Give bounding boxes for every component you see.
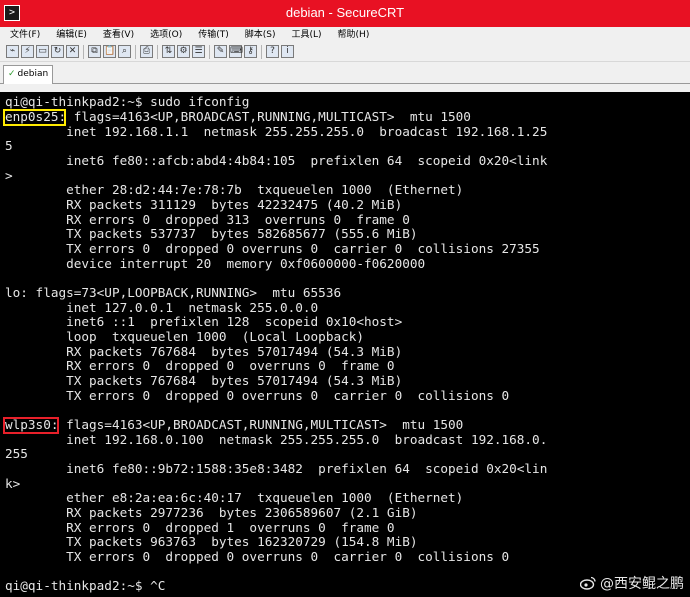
terminal-line: RX errors 0 dropped 0 overruns 0 frame 0 bbox=[5, 358, 395, 373]
toolbar-separator bbox=[261, 45, 262, 59]
sftp-icon[interactable]: ⇅ bbox=[162, 45, 175, 58]
terminal-line: RX errors 0 dropped 313 overruns 0 frame… bbox=[5, 212, 410, 227]
terminal-line: > bbox=[5, 168, 13, 183]
tab-bar: ✓ debian bbox=[0, 62, 690, 84]
terminal-line: TX packets 537737 bytes 582685677 (555.6… bbox=[5, 226, 418, 241]
about-icon[interactable]: i bbox=[281, 45, 294, 58]
key-icon[interactable]: ⚷ bbox=[244, 45, 257, 58]
terminal-line: inet 127.0.0.1 netmask 255.0.0.0 bbox=[5, 300, 319, 315]
toolbar-separator bbox=[83, 45, 84, 59]
terminal-line: wlp3s0: flags=4163<UP,BROADCAST,RUNNING,… bbox=[5, 417, 464, 432]
terminal-line: device interrupt 20 memory 0xf0600000-f0… bbox=[5, 256, 426, 271]
terminal-output[interactable]: qi@qi-thinkpad2:~$ sudo ifconfig enp0s25… bbox=[0, 92, 690, 597]
terminal-line: k> bbox=[5, 476, 21, 491]
terminal-line: RX packets 767684 bytes 57017494 (54.3 M… bbox=[5, 344, 403, 359]
terminal-line: qi@qi-thinkpad2:~$ ^C bbox=[5, 578, 166, 593]
copy-icon[interactable]: ⧉ bbox=[88, 45, 101, 58]
terminal-line: RX packets 2977236 bytes 2306589607 (2.1… bbox=[5, 505, 418, 520]
terminal-line: loop txqueuelen 1000 (Local Loopback) bbox=[5, 329, 365, 344]
toolbar-separator bbox=[157, 45, 158, 59]
disconnect-icon[interactable]: ✕ bbox=[66, 45, 79, 58]
terminal-line: qi@qi-thinkpad2:~$ sudo ifconfig bbox=[5, 94, 250, 109]
terminal-line: RX packets 311129 bytes 42232475 (40.2 M… bbox=[5, 197, 403, 212]
terminal-line: TX errors 0 dropped 0 overruns 0 carrier… bbox=[5, 549, 510, 564]
watermark-text: @西安鲲之鹏 bbox=[600, 576, 684, 592]
terminal-line: TX errors 0 dropped 0 overruns 0 carrier… bbox=[5, 241, 540, 256]
terminal-line: 255 bbox=[5, 446, 28, 461]
terminal-line: 5 bbox=[5, 138, 13, 153]
menu-view[interactable]: 查看(V) bbox=[93, 27, 140, 43]
weibo-logo-icon bbox=[580, 576, 596, 590]
menu-bar: 文件(F) 编辑(E) 查看(V) 选项(O) 传输(T) 脚本(S) 工具(L… bbox=[0, 27, 690, 43]
interface-highlight-wlp3s0 bbox=[3, 417, 59, 434]
find-icon[interactable]: ⌕ bbox=[118, 45, 131, 58]
connected-check-icon: ✓ bbox=[8, 69, 16, 79]
terminal-line: lo: flags=73<UP,LOOPBACK,RUNNING> mtu 65… bbox=[5, 285, 342, 300]
interface-highlight-enp0s25 bbox=[3, 109, 66, 126]
menu-help[interactable]: 帮助(H) bbox=[328, 27, 376, 43]
menu-options[interactable]: 选项(O) bbox=[140, 27, 188, 43]
terminal-line: inet6 fe80::afcb:abd4:4b84:105 prefixlen… bbox=[5, 153, 548, 168]
menu-tools[interactable]: 工具(L) bbox=[282, 27, 328, 43]
terminal-line: RX errors 0 dropped 1 overruns 0 frame 0 bbox=[5, 520, 395, 535]
terminal-line: TX packets 963763 bytes 162320729 (154.8… bbox=[5, 534, 418, 549]
tab-label: debian bbox=[17, 69, 49, 79]
terminal-line: enp0s25: flags=4163<UP,BROADCAST,RUNNING… bbox=[5, 109, 471, 124]
terminal-line: TX errors 0 dropped 0 overruns 0 carrier… bbox=[5, 388, 510, 403]
paste-icon[interactable]: 📋 bbox=[103, 45, 116, 58]
log-session-icon[interactable]: ✎ bbox=[214, 45, 227, 58]
session-options-icon[interactable]: ⚙ bbox=[177, 45, 190, 58]
terminal-frame bbox=[0, 84, 690, 92]
terminal-line: inet 192.168.1.1 netmask 255.255.255.0 b… bbox=[5, 124, 548, 139]
terminal-line: inet6 ::1 prefixlen 128 scopeid 0x10<hos… bbox=[5, 314, 403, 329]
terminal-line: inet6 fe80::9b72:1588:35e8:3482 prefixle… bbox=[5, 461, 548, 476]
connect-icon[interactable]: ⌁ bbox=[6, 45, 19, 58]
print-icon[interactable]: ⎙ bbox=[140, 45, 153, 58]
menu-edit[interactable]: 编辑(E) bbox=[46, 27, 93, 43]
menu-script[interactable]: 脚本(S) bbox=[235, 27, 282, 43]
toolbar-separator bbox=[135, 45, 136, 59]
menu-file[interactable]: 文件(F) bbox=[0, 27, 46, 43]
terminal-line: ether 28:d2:44:7e:78:7b txqueuelen 1000 … bbox=[5, 182, 464, 197]
watermark: @西安鲲之鹏 bbox=[580, 573, 684, 593]
title-bar[interactable]: > debian - SecureCRT bbox=[0, 0, 690, 27]
quick-connect-icon[interactable]: ⚡ bbox=[21, 45, 34, 58]
toolbar: ⌁ ⚡ ▭ ↻ ✕ ⧉ 📋 ⌕ ⎙ ⇅ ⚙ ☰ ✎ ⌨ ⚷ ? i bbox=[0, 43, 690, 62]
toolbar-separator bbox=[209, 45, 210, 59]
terminal-line: inet 192.168.0.100 netmask 255.255.255.0… bbox=[5, 432, 548, 447]
window-title: debian - SecureCRT bbox=[285, 5, 405, 20]
terminal-line: TX packets 767684 bytes 57017494 (54.3 M… bbox=[5, 373, 403, 388]
connect-in-tab-icon[interactable]: ▭ bbox=[36, 45, 49, 58]
terminal-line: ether e8:2a:ea:6c:40:17 txqueuelen 1000 … bbox=[5, 490, 464, 505]
tab-debian[interactable]: ✓ debian bbox=[3, 65, 53, 84]
reconnect-icon[interactable]: ↻ bbox=[51, 45, 64, 58]
help-icon[interactable]: ? bbox=[266, 45, 279, 58]
global-options-icon[interactable]: ☰ bbox=[192, 45, 205, 58]
keymap-icon[interactable]: ⌨ bbox=[229, 45, 243, 58]
menu-transfer[interactable]: 传输(T) bbox=[188, 27, 235, 43]
